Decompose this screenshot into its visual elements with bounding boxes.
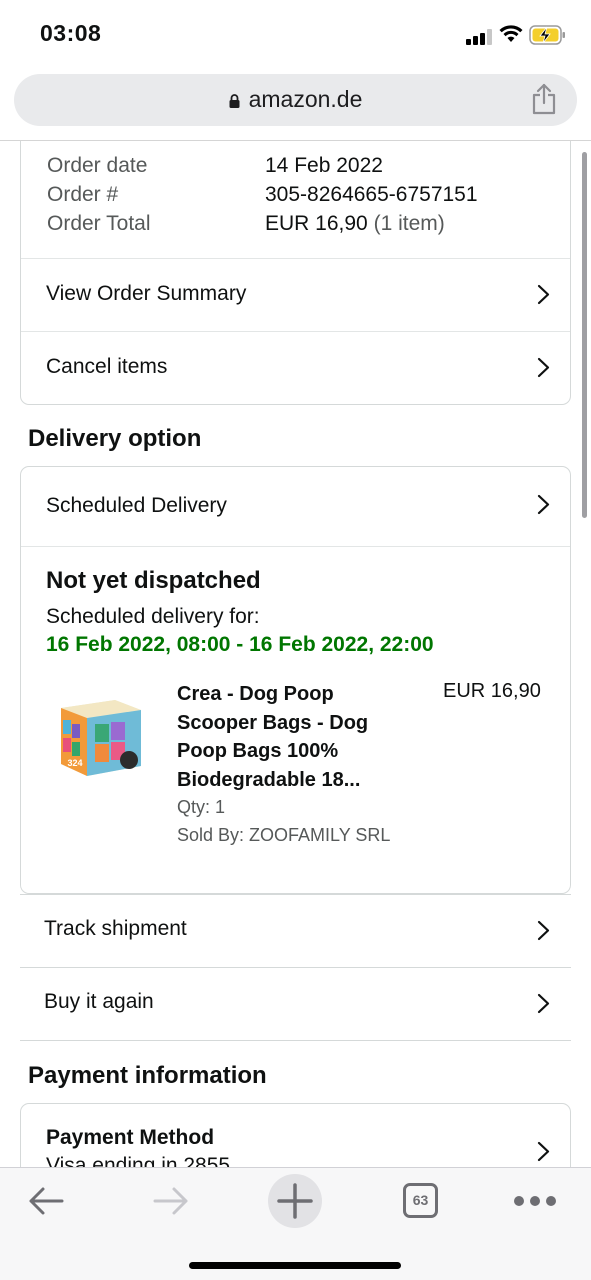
scheduled-for-label: Scheduled delivery for:	[46, 605, 260, 628]
cancel-items-label: Cancel items	[46, 355, 168, 378]
track-shipment-link[interactable]: Track shipment	[20, 894, 571, 967]
status-bar: 03:08	[0, 0, 591, 70]
chevron-right-icon	[537, 993, 550, 1014]
back-arrow-icon[interactable]	[28, 1186, 64, 1216]
status-time: 03:08	[40, 20, 102, 46]
order-number-value: 305-8264665-6757151	[265, 183, 478, 206]
order-total-label: Order Total	[47, 212, 151, 235]
cellular-signal-icon	[466, 29, 492, 45]
scrollbar[interactable]	[582, 152, 587, 518]
plus-icon	[277, 1183, 313, 1219]
order-details-content[interactable]: Order date 14 Feb 2022 Order # 305-82646…	[0, 141, 591, 1167]
tab-switcher-button[interactable]: 63	[403, 1183, 438, 1218]
order-date-value: 14 Feb 2022	[265, 154, 383, 177]
buy-it-again-link[interactable]: Buy it again	[20, 967, 571, 1040]
payment-method-label: Payment Method	[46, 1126, 215, 1149]
product-title-link[interactable]: Crea - Dog Poop Scooper Bags - Dog Poop …	[177, 680, 399, 794]
new-tab-button[interactable]	[268, 1174, 322, 1228]
forward-arrow-icon[interactable]	[153, 1186, 189, 1216]
shipment-status: Not yet dispatched	[46, 567, 261, 594]
order-date-label: Order date	[47, 154, 148, 177]
product-image[interactable]: 324	[55, 694, 145, 780]
address-bar[interactable]: amazon.de	[14, 74, 577, 126]
more-options-icon[interactable]	[514, 1196, 556, 1206]
lock-icon	[229, 87, 240, 108]
delivery-card: Scheduled Delivery Not yet dispatched Sc…	[20, 466, 571, 894]
product-seller: Sold By: ZOOFAMILY SRL	[177, 825, 391, 845]
scheduled-delivery-window: 16 Feb 2022, 08:00 - 16 Feb 2022, 22:00	[46, 633, 434, 656]
view-order-summary-link[interactable]: View Order Summary	[21, 258, 570, 331]
chevron-right-icon	[537, 284, 550, 305]
order-total-amount: EUR 16,90	[265, 212, 368, 235]
battery-charging-icon	[529, 25, 565, 45]
scheduled-delivery-link[interactable]: Scheduled Delivery	[21, 467, 570, 546]
payment-information-heading: Payment information	[28, 1062, 267, 1089]
share-icon[interactable]	[531, 83, 557, 115]
payment-method-link[interactable]: Payment Method Visa ending in 2855	[20, 1103, 571, 1167]
product-price: EUR 16,90	[443, 680, 541, 702]
payment-method-value: Visa ending in 2855	[46, 1154, 231, 1167]
chevron-right-icon	[537, 357, 550, 378]
delivery-option-heading: Delivery option	[28, 425, 202, 452]
divider	[21, 546, 570, 547]
divider	[20, 1040, 571, 1041]
track-shipment-label: Track shipment	[44, 917, 187, 940]
order-number-label: Order #	[47, 183, 119, 206]
cancel-items-link[interactable]: Cancel items	[21, 331, 570, 405]
order-total-value: EUR 16,90 (1 item)	[265, 212, 445, 236]
order-item-count: (1 item)	[373, 212, 445, 235]
product-quantity: Qty: 1	[177, 797, 226, 817]
home-indicator	[189, 1262, 401, 1269]
url-text: amazon.de	[248, 86, 363, 112]
product-image-label: 324	[67, 758, 82, 768]
chevron-right-icon	[537, 920, 550, 941]
chevron-right-icon	[537, 1141, 550, 1162]
buy-it-again-label: Buy it again	[44, 990, 154, 1013]
wifi-icon	[499, 25, 523, 42]
view-order-summary-label: View Order Summary	[46, 282, 247, 305]
scheduled-delivery-label: Scheduled Delivery	[46, 494, 227, 517]
order-info-card: Order date 14 Feb 2022 Order # 305-82646…	[20, 141, 571, 405]
chevron-right-icon	[537, 494, 550, 515]
